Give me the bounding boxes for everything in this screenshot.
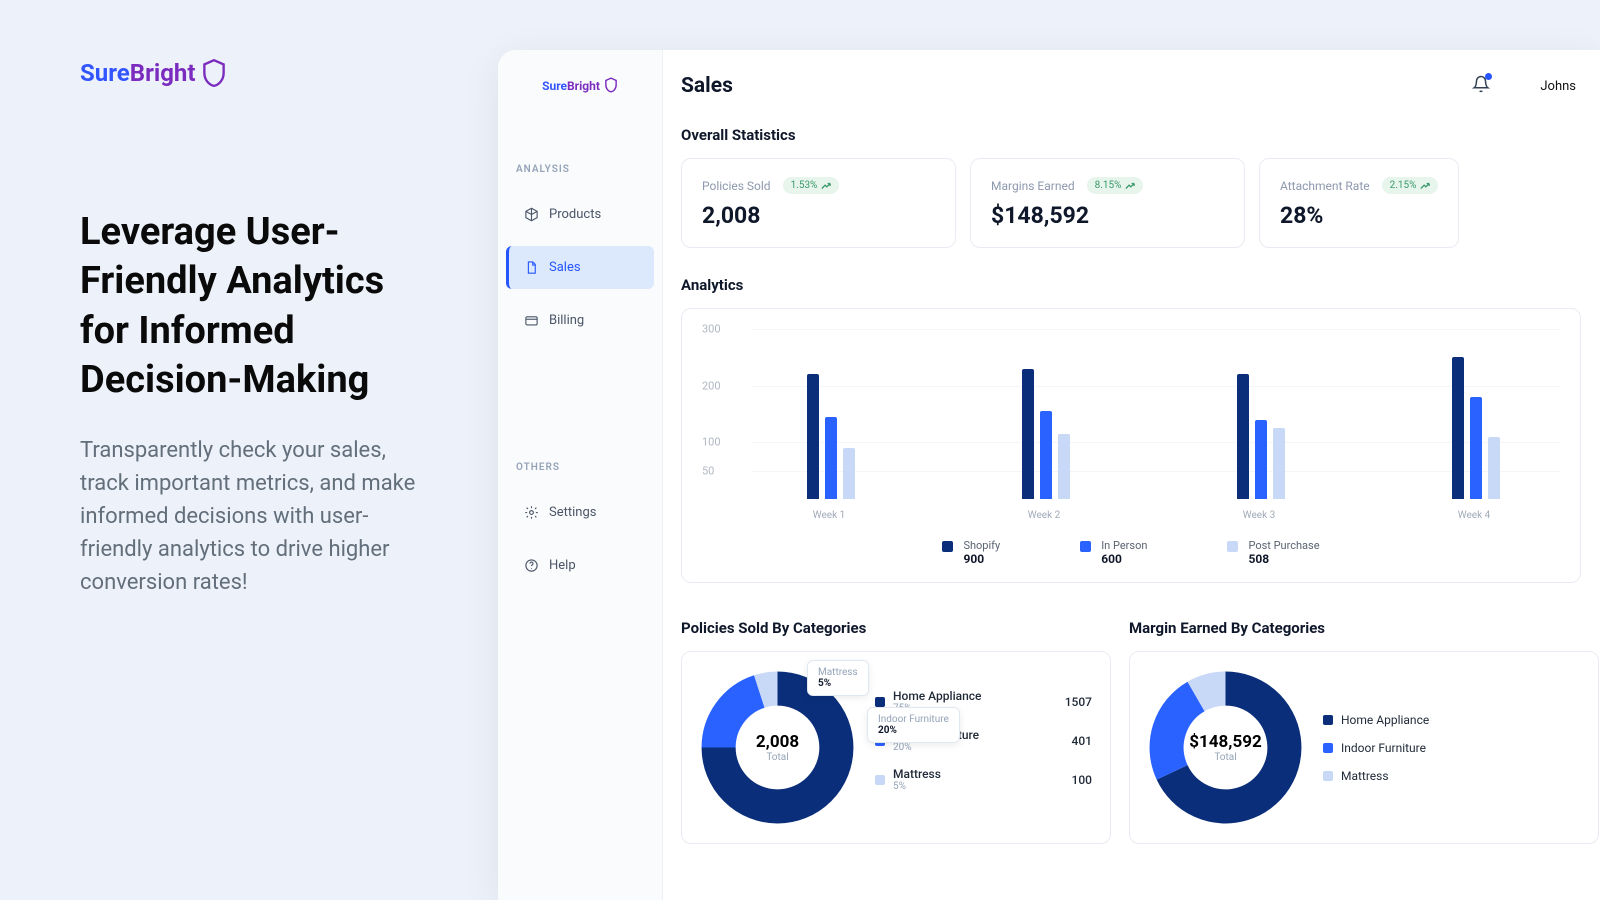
tooltip-furniture: Indoor Furniture 20% — [867, 707, 960, 743]
brand-logo: SureBright — [80, 58, 440, 88]
section-policies-cat-title: Policies Sold By Categories — [681, 619, 1111, 637]
bar — [825, 417, 837, 499]
bar — [1058, 434, 1070, 499]
marketing-body: Transparently check your sales, track im… — [80, 434, 440, 599]
x-label: Week 1 — [813, 510, 846, 521]
stat-label: Policies Sold — [702, 179, 771, 193]
help-icon — [524, 558, 539, 573]
legend-swatch — [942, 541, 953, 552]
sidebar-section-others: OTHERS — [498, 462, 662, 473]
category-row: Mattress — [1323, 769, 1429, 783]
x-label: Week 2 — [1028, 510, 1061, 521]
y-tick: 50 — [702, 464, 714, 477]
bar — [843, 448, 855, 499]
section-margin-cat-title: Margin Earned By Categories — [1129, 619, 1599, 637]
x-label: Week 4 — [1458, 510, 1491, 521]
sidebar-item-products[interactable]: Products — [506, 193, 654, 236]
category-row: Mattress5%100 — [875, 767, 1092, 792]
sidebar-item-sales[interactable]: Sales — [506, 246, 654, 289]
category-swatch — [1323, 743, 1333, 753]
sidebar-item-settings[interactable]: Settings — [506, 491, 654, 534]
analytics-chart-card: 50 100 200 300 Week 1 Week 2 Week 3 Week 4 Sho… — [681, 308, 1581, 583]
trend-up-icon — [1125, 182, 1135, 190]
shield-icon — [604, 77, 618, 93]
category-swatch — [1323, 771, 1333, 781]
category-swatch — [875, 697, 885, 707]
margin-donut-chart: $148,592 Total — [1148, 670, 1303, 825]
tooltip-mattress: Mattress 5% — [807, 660, 869, 696]
sidebar-section-analysis: ANALYSIS — [498, 164, 662, 175]
stat-delta-badge: 8.15% — [1087, 177, 1144, 194]
bar — [1237, 374, 1249, 499]
stat-value: 28% — [1280, 202, 1438, 229]
y-tick: 300 — [702, 323, 721, 336]
bar — [1022, 369, 1034, 499]
stat-delta-badge: 2.15% — [1382, 177, 1439, 194]
bar-group — [807, 374, 867, 499]
bar — [1040, 411, 1052, 499]
category-swatch — [1323, 715, 1333, 725]
sidebar-item-label: Sales — [549, 260, 581, 275]
marketing-headline: Leverage User-Friendly Analytics for Inf… — [80, 208, 440, 406]
bar — [1452, 357, 1464, 499]
page-title: Sales — [681, 74, 733, 98]
margin-donut-card: $148,592 Total Home Appliance Indoor Furn… — [1129, 651, 1599, 844]
policies-donut-card: 2,008 Total Home Appliance75%1507Indoor … — [681, 651, 1111, 844]
legend-swatch — [1227, 541, 1238, 552]
bar — [1273, 428, 1285, 499]
trend-up-icon — [821, 182, 831, 190]
notifications-button[interactable] — [1472, 75, 1490, 97]
bar — [1470, 397, 1482, 499]
card-icon — [524, 313, 539, 328]
sidebar-item-billing[interactable]: Billing — [506, 299, 654, 342]
bar — [1255, 420, 1267, 499]
trend-up-icon — [1420, 182, 1430, 190]
sidebar-item-label: Settings — [549, 505, 596, 520]
sidebar: SureBright ANALYSIS Products Sales Billing… — [498, 50, 663, 900]
stat-card: Attachment Rate 2.15% 28% — [1259, 158, 1459, 248]
stat-card: Margins Earned 8.15% $148,592 — [970, 158, 1245, 248]
stat-card: Policies Sold 1.53% 2,008 — [681, 158, 956, 248]
section-overall-title: Overall Statistics — [681, 126, 1600, 144]
stat-value: $148,592 — [991, 202, 1224, 229]
margin-donut-total: $148,592 — [1189, 732, 1261, 752]
bar-group — [1452, 357, 1512, 499]
stat-value: 2,008 — [702, 202, 935, 229]
y-tick: 100 — [702, 436, 721, 449]
marketing-panel: SureBright Leverage User-Friendly Analyt… — [80, 58, 440, 599]
stat-label: Margins Earned — [991, 179, 1075, 193]
policies-donut-total: 2,008 — [756, 732, 799, 752]
shield-icon — [201, 58, 227, 88]
section-analytics-title: Analytics — [681, 276, 1600, 294]
bar-group — [1237, 374, 1297, 499]
legend-item: In Person600 — [1080, 539, 1147, 566]
dashboard-window: SureBright ANALYSIS Products Sales Billing… — [498, 50, 1600, 900]
user-name[interactable]: Johns — [1540, 79, 1576, 94]
legend-item: Shopify900 — [942, 539, 1000, 566]
stat-delta-badge: 1.53% — [783, 177, 840, 194]
stats-row: Policies Sold 1.53% 2,008 Margins Earned 8.… — [681, 158, 1600, 248]
sidebar-item-label: Products — [549, 207, 601, 222]
legend-swatch — [1080, 541, 1091, 552]
legend-item: Post Purchase508 — [1227, 539, 1319, 566]
y-tick: 200 — [702, 379, 721, 392]
stat-label: Attachment Rate — [1280, 179, 1370, 193]
category-row: Indoor Furniture — [1323, 741, 1429, 755]
gear-icon — [524, 505, 539, 520]
sidebar-item-label: Help — [549, 558, 576, 573]
category-row: Home Appliance — [1323, 713, 1429, 727]
main-content: Sales Johns Overall Statistics Policies … — [663, 50, 1600, 900]
notification-dot-icon — [1485, 73, 1492, 80]
file-icon — [524, 260, 539, 275]
bar-group — [1022, 369, 1082, 499]
bar — [807, 374, 819, 499]
sidebar-item-help[interactable]: Help — [506, 544, 654, 587]
sidebar-item-label: Billing — [549, 313, 584, 328]
sidebar-logo: SureBright — [498, 75, 662, 94]
bar — [1488, 437, 1500, 499]
category-swatch — [875, 775, 885, 785]
x-label: Week 3 — [1243, 510, 1276, 521]
cube-icon — [524, 207, 539, 222]
